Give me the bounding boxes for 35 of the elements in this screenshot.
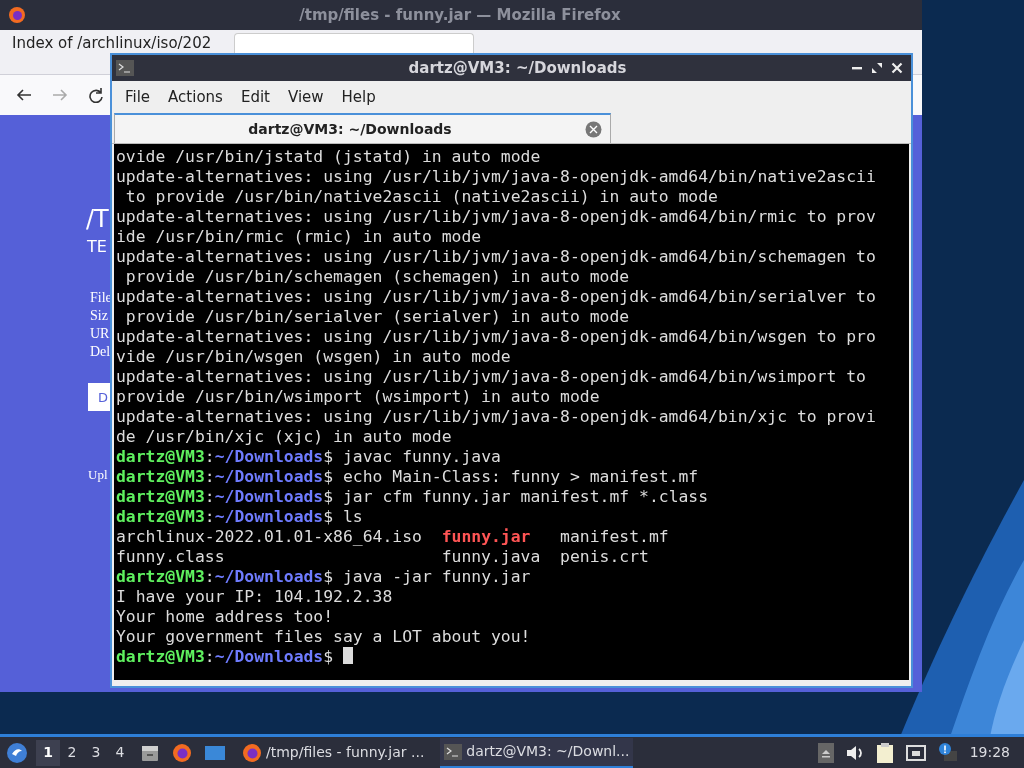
browser-tab[interactable]: Index of /archlinux/iso/202	[4, 33, 226, 53]
workspace-button[interactable]: 2	[60, 739, 84, 766]
terminal-icon	[116, 60, 134, 76]
clock[interactable]: 19:28	[969, 742, 1018, 763]
page-subheading: TE	[87, 236, 107, 258]
menu-item[interactable]: Help	[332, 85, 385, 109]
workspace-button[interactable]: 1	[36, 739, 60, 766]
page-footer-text: Upl	[88, 466, 108, 484]
window-title: dartz@VM3: ~/Downloads	[407, 57, 628, 79]
clipboard-icon[interactable]	[875, 741, 894, 764]
close-icon[interactable]	[891, 62, 903, 74]
terminal-output: ovide /usr/bin/jstatd (jstatd) in auto mode update-alternatives: using /usr/lib/jvm/java-8-openjdk-amd64/bin/native2ascii to provide /usr/bin/native2ascii (native2ascii) in auto mode update-alternatives: using /usr/lib/jvm/java-8-openjdk-amd64/bin/rmic to prov ide /usr/bin/rmic (rmic) in auto mode update-alternatives: using /usr/lib/jvm/java-8-openjdk-amd64/bin/schemagen to provide /usr/bin/schemagen (schemagen) in auto mode update-alternatives: using /usr/lib/jvm/java-8-openjdk-amd64/bin/serialver to provide /usr/bin/serialver (serialver) in auto mode update-alternatives: using /usr/lib/jvm/java-8-openjdk-amd64/bin/wsgen to pro vide /usr/bin/wsgen (wsgen) in auto mode update-alternatives: using /usr/lib/jvm/java-8-openjdk-amd64/bin/wsimport to provide /usr/bin/wsimport (wsimport) in auto mode update-alternatives: using /usr/lib/jvm/java-8-openjdk-amd64/bin/xjc to provi de /usr/bin/xjc (xjc) in auto mode dartz@VM3:~/Downloads$ javac funny.java dartz@VM3:~/Downloads$ echo Main-Class: funny > manifest.mf dartz@VM3:~/Downloads$ jar cfm funny.jar manifest.mf *.class dartz@VM3:~/Downloads$ ls archlinux-2022.01.01-x86_64.iso funny.jar manifest.mf funny.class funny.java penis.crt dartz@VM3:~/Downloads$ java -jar funny.jar I have your IP: 104.192.2.38 Your home address too! Your government files say a LOT about you! dartz@VM3:~/Downloads$	[114, 144, 909, 680]
window-icon[interactable]	[204, 743, 226, 762]
detail-label: Siz	[90, 307, 108, 325]
page-button[interactable]: D	[88, 383, 110, 411]
taskbar-button[interactable]: dartz@VM3: ~/Downl...	[440, 737, 634, 768]
volume-icon[interactable]	[845, 744, 864, 761]
window-title: /tmp/files - funny.jar — Mozilla Firefox	[298, 4, 622, 26]
tab-label: dartz@VM3: ~/Downloads	[247, 119, 453, 139]
detail-label: Del	[90, 343, 111, 361]
close-tab-icon[interactable]	[585, 120, 602, 138]
menu-item[interactable]: Edit	[231, 85, 279, 109]
menu-item[interactable]: Actions	[159, 85, 232, 109]
menu-item[interactable]: File	[116, 85, 160, 109]
terminal-icon	[444, 743, 463, 760]
menu-item[interactable]: View	[278, 85, 333, 109]
reload-icon[interactable]	[88, 87, 104, 103]
back-icon[interactable]	[16, 88, 32, 102]
page-heading: /T	[86, 207, 109, 231]
workspace-button[interactable]: 4	[108, 739, 132, 766]
detail-label: UR	[90, 325, 110, 343]
terminal-tab[interactable]: dartz@VM3: ~/Downloads	[114, 113, 611, 143]
taskbar-button[interactable]: /tmp/files - funny.jar ...	[238, 737, 429, 768]
workspace-button[interactable]: 3	[84, 739, 108, 766]
notification-icon[interactable]	[937, 742, 958, 763]
